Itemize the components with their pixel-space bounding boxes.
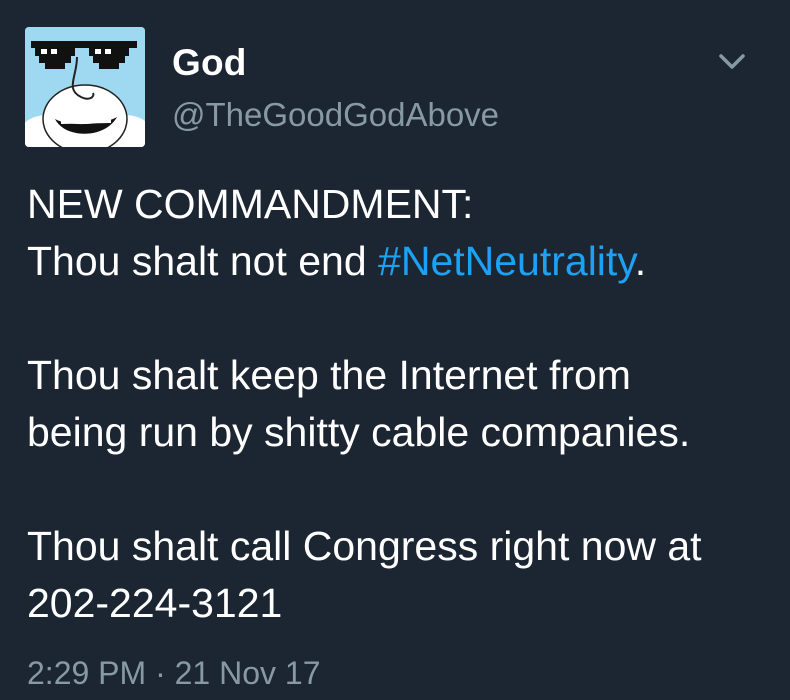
tweet-line: being run by shitty cable companies. <box>27 409 691 455</box>
tweet-card: God @TheGoodGodAbove NEW COMMANDMENT: Th… <box>0 0 790 700</box>
tweet-line: 202-224-3121 <box>27 580 283 626</box>
tweet-line: NEW COMMANDMENT: <box>27 181 474 227</box>
username-handle[interactable]: @TheGoodGodAbove <box>172 96 499 134</box>
timestamp[interactable]: 2:29 PM · 21 Nov 17 <box>27 655 320 692</box>
tweet-line: Thou shalt not end #NetNeutrality. <box>27 233 777 290</box>
cartoon-god-avatar-icon <box>25 27 145 147</box>
chevron-down-icon <box>719 54 745 69</box>
avatar[interactable] <box>25 27 145 147</box>
display-name[interactable]: God <box>172 42 247 84</box>
tweet-line: Thou shalt keep the Internet from <box>27 352 631 398</box>
tweet-line-text: Thou shalt not end <box>27 238 379 284</box>
tweet-line: Thou shalt call Congress right now at <box>27 523 702 569</box>
tweet-line-text: . <box>634 238 647 284</box>
tweet-menu-button[interactable] <box>717 50 747 74</box>
hashtag-link[interactable]: #NetNeutrality <box>378 238 635 284</box>
tweet-text: NEW COMMANDMENT: Thou shalt not end #Net… <box>27 176 777 632</box>
